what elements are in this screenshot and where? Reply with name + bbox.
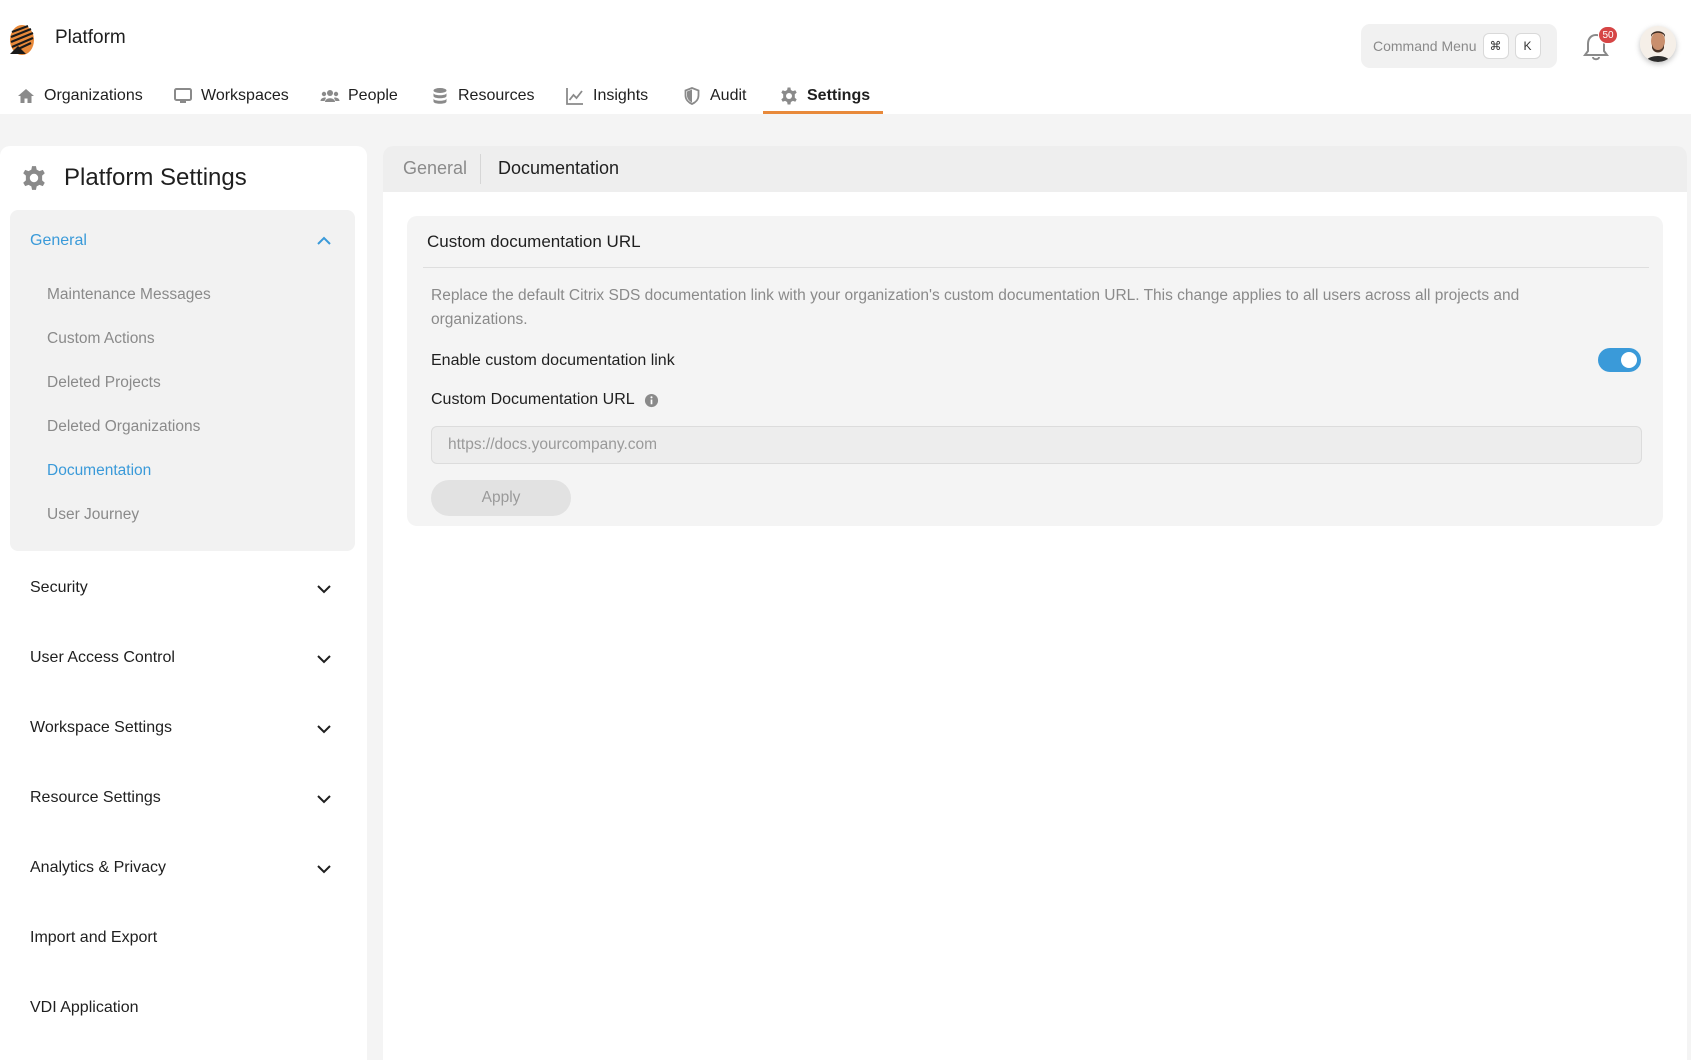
database-icon	[433, 88, 447, 104]
nav-resources[interactable]: Resources	[430, 78, 534, 114]
page-title: Platform Settings	[64, 164, 247, 191]
nav-audit[interactable]: Audit	[682, 78, 746, 114]
nav-insights[interactable]: Insights	[565, 78, 648, 114]
sidebar-item-custom-actions[interactable]: Custom Actions	[47, 330, 155, 348]
sidebar-group-general-toggle[interactable]: General	[30, 232, 87, 250]
sidebar-header: Platform Settings	[20, 164, 247, 192]
toggle-label: Enable custom documentation link	[431, 352, 675, 369]
nav-workspaces[interactable]: Workspaces	[173, 78, 289, 114]
url-label-text: Custom Documentation URL	[431, 391, 635, 408]
sidebar-item-resource-settings[interactable]: Resource Settings	[30, 789, 161, 807]
command-menu-label: Command Menu	[1373, 38, 1477, 54]
info-icon[interactable]	[644, 393, 659, 408]
gear-icon	[781, 87, 797, 105]
gear-icon	[23, 166, 45, 190]
tab-documentation[interactable]: Documentation	[498, 158, 619, 179]
sidebar-item-security[interactable]: Security	[30, 579, 88, 597]
notification-badge: 50	[1598, 26, 1618, 44]
sidebar-item-deleted-organizations[interactable]: Deleted Organizations	[47, 418, 200, 436]
nav-people[interactable]: People	[320, 78, 398, 114]
sidebar-item-documentation[interactable]: Documentation	[47, 462, 151, 480]
sidebar-item-workspace-settings[interactable]: Workspace Settings	[30, 719, 172, 737]
sidebar-item-vdi-application[interactable]: VDI Application	[30, 999, 139, 1017]
command-key: ⌘	[1482, 33, 1509, 59]
sidebar-item-deleted-projects[interactable]: Deleted Projects	[47, 374, 161, 392]
chevron-up-icon[interactable]	[315, 232, 333, 250]
custom-documentation-card: Custom documentation URL Replace the def…	[407, 216, 1663, 526]
sidebar-item-maintenance-messages[interactable]: Maintenance Messages	[47, 286, 211, 304]
avatar[interactable]	[1640, 26, 1676, 62]
nav-settings[interactable]: Settings	[779, 78, 870, 114]
chevron-down-icon[interactable]	[315, 790, 333, 808]
card-title: Custom documentation URL	[427, 232, 641, 251]
apply-button[interactable]: Apply	[431, 480, 571, 516]
chevron-down-icon[interactable]	[315, 720, 333, 738]
sidebar-item-user-journey[interactable]: User Journey	[47, 506, 139, 524]
chevron-down-icon[interactable]	[315, 580, 333, 598]
chevron-down-icon[interactable]	[315, 860, 333, 878]
sidebar-item-user-access-control[interactable]: User Access Control	[30, 649, 175, 667]
user-avatar-icon	[1640, 26, 1676, 62]
enable-custom-doc-toggle[interactable]	[1598, 348, 1641, 372]
chart-line-icon	[566, 88, 583, 105]
sidebar-group-general: General Maintenance Messages Custom Acti…	[10, 210, 355, 551]
command-menu-button[interactable]: Command Menu ⌘ K	[1361, 24, 1557, 68]
sidebar-item-analytics-privacy[interactable]: Analytics & Privacy	[30, 859, 166, 877]
shield-icon	[684, 87, 700, 105]
brand[interactable]: Platform	[6, 18, 126, 58]
card-description: Replace the default Citrix SDS documenta…	[431, 287, 1520, 328]
active-tab-indicator	[763, 111, 883, 114]
breadcrumb: General Documentation	[383, 146, 1687, 192]
settings-sidebar: Platform Settings General Maintenance Me…	[0, 146, 367, 1060]
sidebar-item-import-export[interactable]: Import and Export	[30, 929, 157, 947]
top-bar: Platform Command Menu ⌘ K 50 Organizatio…	[0, 0, 1691, 114]
card-divider	[423, 267, 1649, 268]
app-name: Platform	[55, 27, 126, 48]
custom-doc-url-input[interactable]	[431, 426, 1642, 464]
url-field-label: Custom Documentation URL	[431, 391, 659, 409]
nav-label: Settings	[807, 87, 871, 104]
k-key: K	[1514, 33, 1541, 59]
chevron-down-icon[interactable]	[315, 650, 333, 668]
nav-label: Audit	[710, 87, 747, 104]
nav-label: People	[348, 87, 398, 104]
nav-organizations[interactable]: Organizations	[16, 78, 143, 114]
nav-label: Organizations	[44, 87, 143, 104]
tab-divider	[480, 154, 481, 184]
tab-general[interactable]: General	[403, 158, 467, 179]
toggle-knob	[1621, 352, 1637, 368]
nav-label: Insights	[593, 87, 649, 104]
people-icon	[320, 90, 340, 102]
platform-logo-icon	[10, 24, 34, 55]
monitor-icon	[174, 88, 192, 103]
nav-label: Resources	[458, 87, 535, 104]
nav-label: Workspaces	[201, 87, 289, 104]
home-icon	[18, 89, 34, 103]
main-content: General Documentation Custom documentati…	[383, 146, 1687, 1060]
